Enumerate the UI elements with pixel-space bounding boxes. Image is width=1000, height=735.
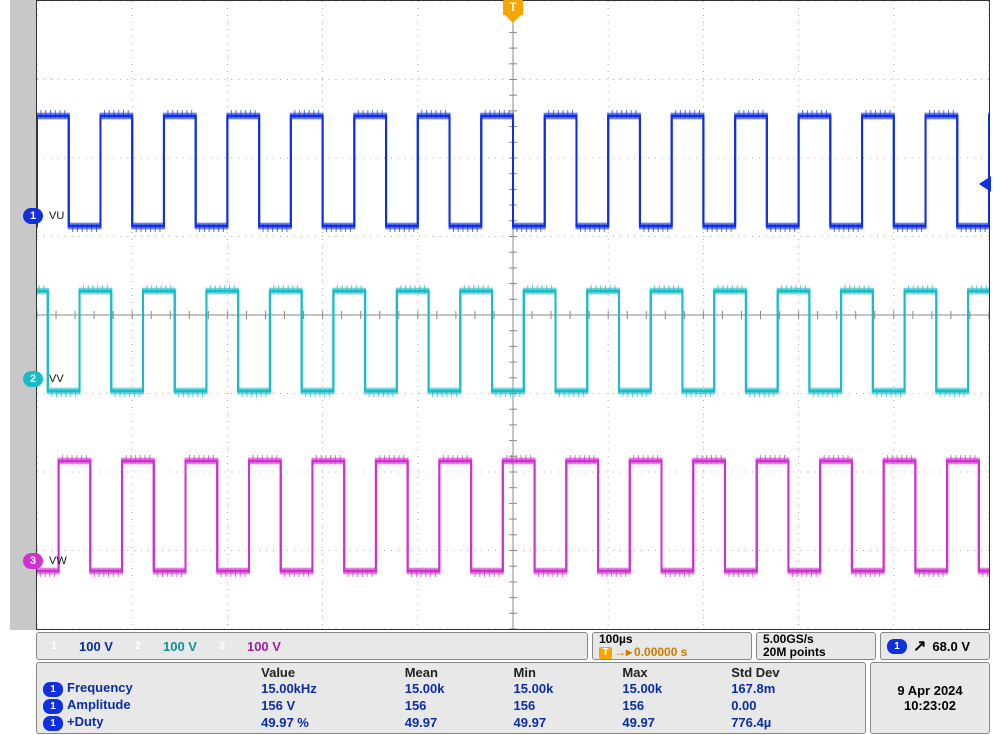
- table-row: 1Amplitude156 V1561561560.00: [43, 697, 859, 714]
- ch1-chip: 1: [43, 638, 65, 654]
- ch2-marker-label: VV: [49, 373, 64, 385]
- meas-header: [43, 665, 261, 680]
- ch1-marker[interactable]: 1 VU: [23, 208, 64, 224]
- ch1-marker-label: VU: [49, 210, 64, 222]
- trigger-arrow-right-icon: →▸: [614, 646, 632, 659]
- status-bar: 1 100 V 2 100 V 3 100 V 100µs T →▸ 0.000…: [36, 632, 990, 733]
- trigger-arrow-down-icon: [505, 15, 521, 23]
- meas-header: Std Dev: [731, 665, 859, 680]
- ch2-scale: 100 V: [163, 639, 197, 654]
- channel-scale-panel[interactable]: 1 100 V 2 100 V 3 100 V: [36, 632, 588, 660]
- ch1-scale: 100 V: [79, 639, 113, 654]
- datetime-panel: 9 Apr 2024 10:23:02: [870, 662, 990, 734]
- ch2-chip: 2: [127, 638, 149, 654]
- sample-depth: 20M points: [763, 646, 869, 659]
- ch2-marker[interactable]: 2 VV: [23, 371, 64, 387]
- ch2-marker-num: 2: [23, 371, 43, 387]
- meas-header: Min: [514, 665, 623, 680]
- trigger-level-marker[interactable]: [979, 176, 991, 192]
- rising-edge-icon: ↗: [913, 636, 926, 656]
- trigger-t-small-icon: T: [599, 647, 612, 659]
- meas-header: Value: [261, 665, 405, 680]
- measurements-table: ValueMeanMinMaxStd Dev 1Frequency15.00kH…: [43, 665, 859, 731]
- ch3-chip: 3: [211, 638, 233, 654]
- ch3-marker-label: VW: [49, 555, 67, 567]
- date-text: 9 Apr 2024: [897, 683, 962, 698]
- trigger-level: 68.0 V: [932, 639, 970, 654]
- trigger-source-chip: 1: [887, 639, 907, 654]
- ch1-marker-num: 1: [23, 208, 43, 224]
- table-row: 1Frequency15.00kHz15.00k15.00k15.00k167.…: [43, 680, 859, 697]
- measurements-panel[interactable]: ValueMeanMinMaxStd Dev 1Frequency15.00kH…: [36, 662, 866, 734]
- time-text: 10:23:02: [904, 698, 956, 713]
- trigger-position-marker[interactable]: T: [503, 0, 523, 23]
- left-sidebar: [10, 0, 36, 630]
- ch3-marker[interactable]: 3 VW: [23, 553, 67, 569]
- ch3-scale: 100 V: [247, 639, 281, 654]
- timebase-panel[interactable]: 100µs T →▸ 0.00000 s: [592, 632, 752, 660]
- table-row: 1+Duty49.97 %49.9749.9749.97776.4µ: [43, 714, 859, 731]
- waveform-display[interactable]: T 1VU2VV3VW: [36, 0, 990, 630]
- ch3-marker-num: 3: [23, 553, 43, 569]
- trigger-panel[interactable]: 1 ↗ 68.0 V: [880, 632, 990, 660]
- trigger-delay: 0.00000 s: [634, 646, 687, 659]
- trigger-t-icon: T: [503, 0, 523, 15]
- meas-header: Mean: [405, 665, 514, 680]
- meas-header: Max: [622, 665, 731, 680]
- sample-panel[interactable]: 5.00GS/s 20M points: [756, 632, 876, 660]
- waveform-svg: [37, 1, 989, 629]
